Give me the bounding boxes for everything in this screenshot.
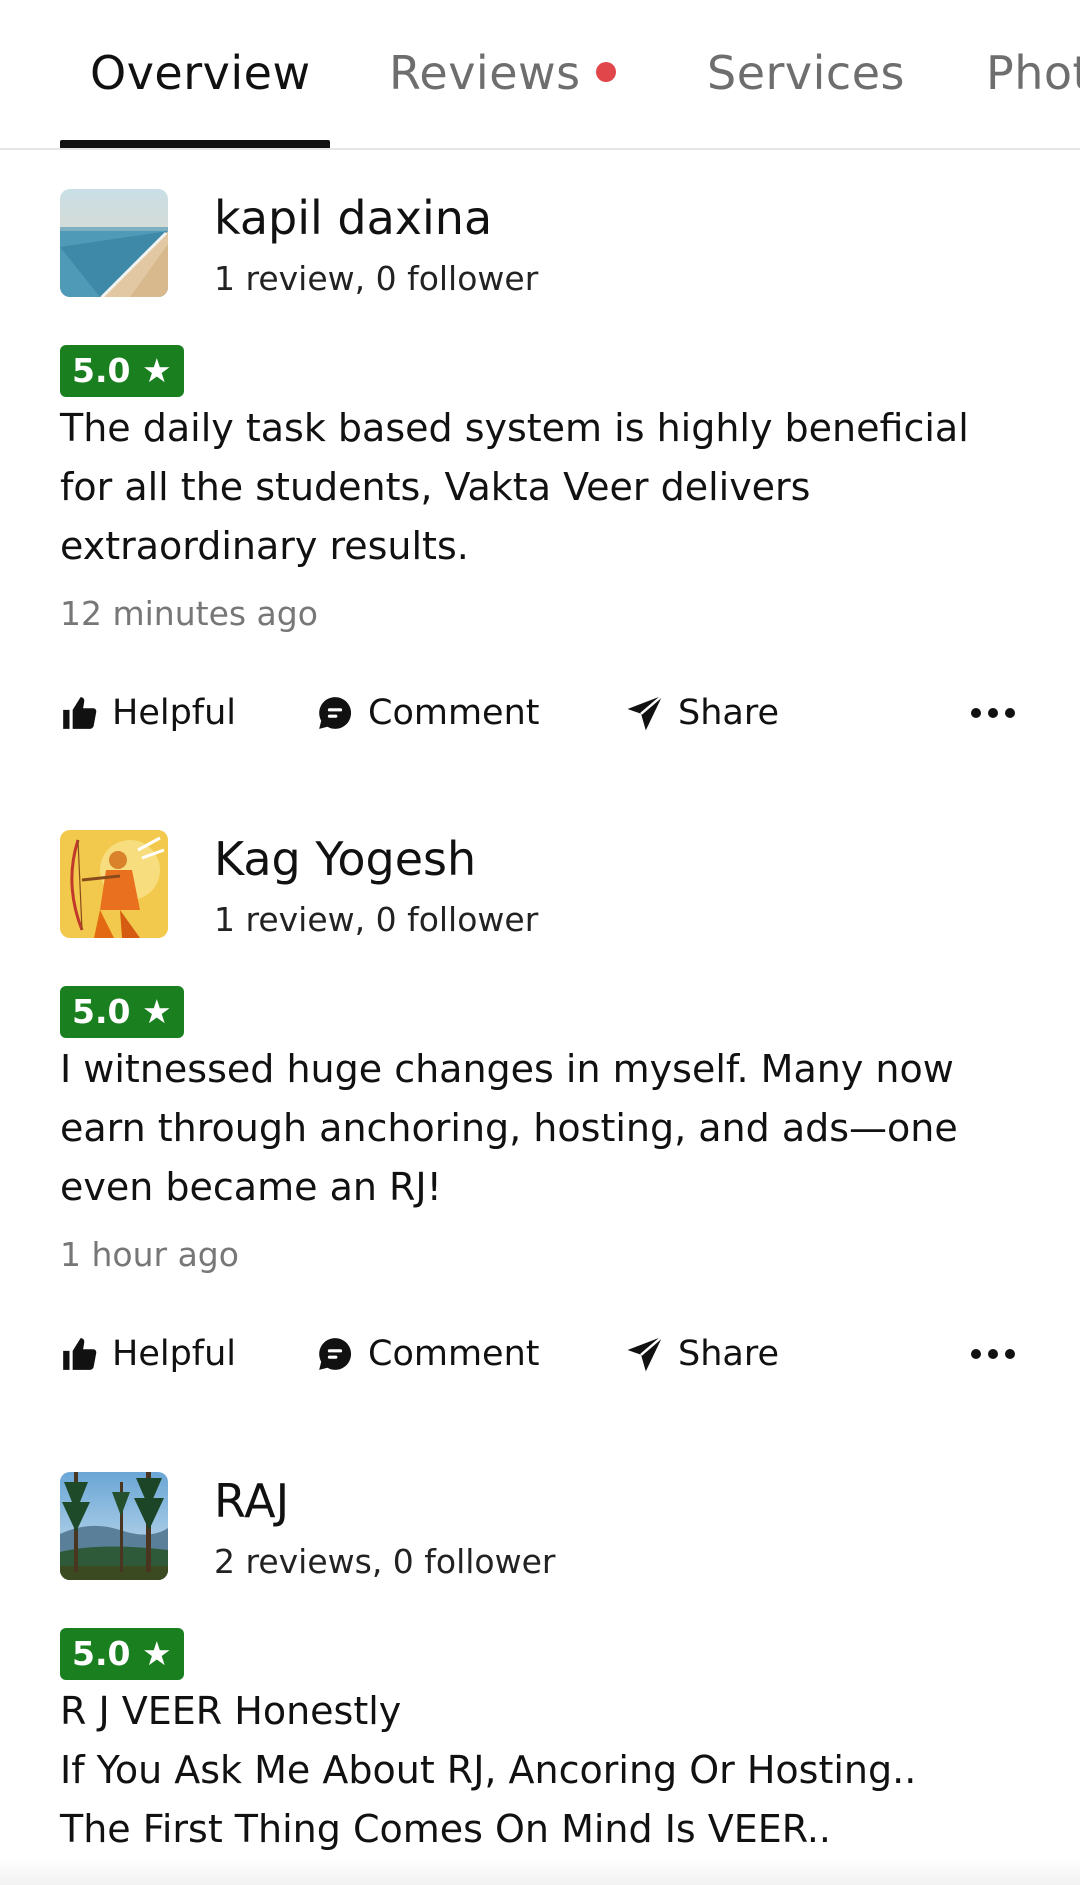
review-text-line: The daily task based system is highly be… xyxy=(60,406,969,450)
review-text-line: If You Ask Me About RJ, Ancoring Or Host… xyxy=(60,1748,917,1792)
comment-label: Comment xyxy=(368,693,540,733)
share-button[interactable]: Share xyxy=(626,1324,779,1384)
helpful-label: Helpful xyxy=(112,693,237,733)
send-icon xyxy=(627,1335,664,1372)
helpful-button[interactable]: Helpful xyxy=(60,1324,236,1384)
review-text-line: earn through anchoring, hosting, and ads… xyxy=(60,1106,958,1150)
send-icon xyxy=(627,694,664,731)
avatar[interactable] xyxy=(60,1472,168,1580)
more-horizontal-icon xyxy=(971,1349,1015,1359)
tab-services[interactable]: Services xyxy=(707,46,905,100)
review-text-line: The First Thing Comes On Mind Is VEER.. xyxy=(60,1807,832,1851)
archer-illustration-icon xyxy=(60,830,168,938)
review-text: I witnessed huge changes in myself. Many… xyxy=(60,1040,1020,1217)
review-text-line: extraordinary results. xyxy=(60,524,469,568)
tab-overview[interactable]: Overview xyxy=(90,46,311,100)
comment-button[interactable]: Comment xyxy=(316,1324,539,1384)
review-text-line: R J VEER Honestly xyxy=(60,1689,402,1733)
rating-badge: 5.0 ★ xyxy=(60,986,184,1038)
active-tab-indicator xyxy=(60,140,330,148)
review-card: RAJ 2 reviews, 0 follower 5.0 ★ R J VEER… xyxy=(0,1472,1080,1872)
more-options-button[interactable] xyxy=(968,683,1018,743)
reviewer-stats: 1 review, 0 follower xyxy=(214,900,539,939)
reviewer-stats: 1 review, 0 follower xyxy=(214,259,539,298)
helpful-button[interactable]: Helpful xyxy=(60,683,236,743)
notification-dot xyxy=(596,62,616,82)
review-card: Kag Yogesh 1 review, 0 follower 5.0 ★ I … xyxy=(0,830,1080,1410)
review-actions: Helpful Comment Share xyxy=(0,683,1080,743)
reviewer-name[interactable]: RAJ xyxy=(214,1474,289,1528)
tab-reviews[interactable]: Reviews xyxy=(389,46,581,100)
tab-photos[interactable]: Photos xyxy=(986,46,1080,100)
rating-badge: 5.0 ★ xyxy=(60,1628,184,1680)
beach-photo-icon xyxy=(60,189,168,297)
tab-bar: Overview Reviews Services Photos xyxy=(0,0,1080,150)
share-label: Share xyxy=(678,693,780,733)
review-actions: Helpful Comment Share xyxy=(0,1324,1080,1384)
review-text-line: even became an RJ! xyxy=(60,1165,442,1209)
rating-badge: 5.0 ★ xyxy=(60,345,184,397)
avatar[interactable] xyxy=(60,189,168,297)
review-timestamp: 12 minutes ago xyxy=(60,594,318,633)
reviewer-name[interactable]: kapil daxina xyxy=(214,191,492,245)
review-timestamp: 1 hour ago xyxy=(60,1235,239,1274)
review-text-line: I witnessed huge changes in myself. Many… xyxy=(60,1047,954,1091)
thumbs-up-icon xyxy=(63,697,97,729)
avatar[interactable] xyxy=(60,830,168,938)
review-text: R J VEER Honestly If You Ask Me About RJ… xyxy=(60,1682,1020,1859)
reviewer-name[interactable]: Kag Yogesh xyxy=(214,832,476,886)
bottom-edge-shadow xyxy=(0,1858,1080,1885)
review-text-line: for all the students, Vakta Veer deliver… xyxy=(60,465,811,509)
more-options-button[interactable] xyxy=(968,1324,1018,1384)
share-button[interactable]: Share xyxy=(626,683,779,743)
share-label: Share xyxy=(678,1334,780,1374)
more-horizontal-icon xyxy=(971,708,1015,718)
thumbs-up-icon xyxy=(63,1338,97,1370)
comment-icon xyxy=(319,1338,352,1370)
forest-photo-icon xyxy=(60,1472,168,1580)
comment-button[interactable]: Comment xyxy=(316,683,539,743)
comment-label: Comment xyxy=(368,1334,540,1374)
reviewer-stats: 2 reviews, 0 follower xyxy=(214,1542,556,1581)
helpful-label: Helpful xyxy=(112,1334,237,1374)
review-text: The daily task based system is highly be… xyxy=(60,399,1020,576)
comment-icon xyxy=(319,697,352,729)
review-card: kapil daxina 1 review, 0 follower 5.0 ★ … xyxy=(0,189,1080,769)
